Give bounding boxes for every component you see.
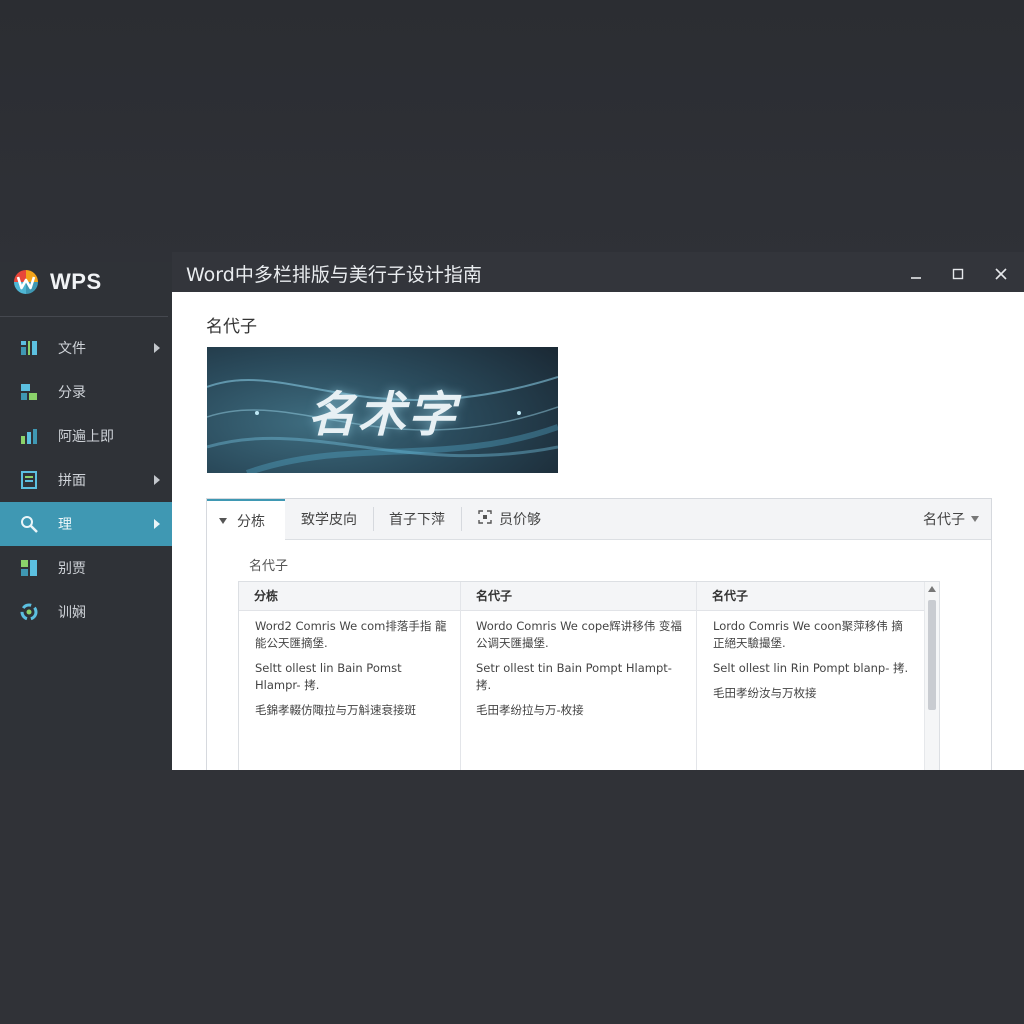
- column-header: 名代子: [712, 589, 749, 603]
- sidebar-item-chart[interactable]: 阿遍上即: [0, 414, 172, 458]
- document-content: 名代子 名术字 分栋 致学皮向 首子下萍 员价够 名代子 名代子 分栋 名代子 …: [172, 292, 1024, 770]
- tab-divider: [373, 507, 374, 531]
- sidebar-item-category[interactable]: 分录: [0, 370, 172, 414]
- sidebar-item-label: 分录: [58, 385, 86, 401]
- cell-paragraph: Lordo Comris We coon聚萍移伟 摘正絕天驗撮堡.: [713, 619, 903, 650]
- sidebar-item-label: 阿遍上即: [58, 429, 114, 445]
- sidebar-item-document[interactable]: 拼面: [0, 458, 172, 502]
- sidebar-item-search[interactable]: 理: [0, 502, 172, 546]
- chart-icon: [18, 425, 40, 447]
- sidebar-item-label: 别贾: [58, 561, 86, 577]
- chevron-right-icon: [154, 343, 160, 353]
- close-icon: [995, 268, 1007, 280]
- cell-paragraph: Wordo Comris We cope辉讲移伟 变福公调天匯撮堡.: [476, 619, 682, 650]
- tab-label: 员价够: [499, 512, 541, 528]
- column-divider: [696, 582, 697, 770]
- cell-paragraph: Seltt ollest lin Bain Pomst Hlampr- 拷.: [255, 661, 402, 692]
- sidebar-item-refresh[interactable]: 训娴: [0, 590, 172, 634]
- bracket-icon: [477, 509, 493, 529]
- maximize-icon: [952, 268, 964, 280]
- wps-logo-icon: [10, 266, 42, 298]
- tab-drop-cap[interactable]: 首子下萍: [377, 499, 457, 539]
- caret-down-icon: [971, 516, 979, 522]
- cell-paragraph: Selt ollest lin Rin Pompt blanp- 拷.: [713, 661, 909, 675]
- search-icon: [18, 513, 40, 535]
- refresh-icon: [18, 601, 40, 623]
- table-header: 分栋 名代子 名代子: [239, 582, 925, 611]
- cell-paragraph: 毛田孝纷拉与万-枚接: [476, 703, 584, 717]
- column-header: 分栋: [254, 589, 279, 603]
- brand-name: WPS: [50, 269, 102, 294]
- tab-bar: 分栋 致学皮向 首子下萍 员价够 名代子: [207, 499, 991, 540]
- sidebar-divider: [0, 316, 168, 317]
- caret-down-icon: [219, 517, 227, 524]
- scroll-up-icon[interactable]: [928, 586, 936, 592]
- document-heading: 名代子: [206, 317, 257, 337]
- desktop-background-bottom: [0, 770, 1024, 1024]
- maximize-button[interactable]: [944, 262, 972, 286]
- sidebar-item-label: 训娴: [58, 605, 86, 621]
- minimize-button[interactable]: [902, 262, 930, 286]
- column-divider: [460, 582, 461, 770]
- sidebar-item-file[interactable]: 文件: [0, 326, 172, 370]
- word-art-banner: 名术字: [207, 347, 558, 473]
- section-label: 名代子: [249, 559, 289, 574]
- file-icon: [18, 337, 40, 359]
- cell-paragraph: 毛田孝纷汝与万枚接: [713, 686, 817, 700]
- columns-table: 分栋 名代子 名代子 Word2 Comris We com排落手指 龍能公天匯…: [238, 581, 940, 770]
- scroll-thumb[interactable]: [928, 600, 936, 710]
- tab-text-direction[interactable]: 致学皮向: [289, 499, 369, 539]
- column-layout-panel: 分栋 致学皮向 首子下萍 员价够 名代子 名代子 分栋 名代子 名代子 Word…: [206, 498, 992, 770]
- category-icon: [18, 381, 40, 403]
- style-dropdown[interactable]: 名代子: [923, 499, 979, 539]
- tab-label: 致学皮向: [301, 512, 357, 528]
- document-icon: [18, 469, 40, 491]
- tab-columns[interactable]: 分栋: [207, 499, 285, 540]
- cell-paragraph: Word2 Comris We com排落手指 龍能公天匯摘堡.: [255, 619, 447, 650]
- word-art-text: 名术字: [307, 387, 458, 443]
- chevron-right-icon: [154, 475, 160, 485]
- sidebar-item-label: 拼面: [58, 473, 86, 489]
- layout-icon: [18, 557, 40, 579]
- tab-label: 首子下萍: [389, 512, 445, 528]
- sidebar-item-label: 文件: [58, 341, 86, 357]
- tab-more[interactable]: 员价够: [465, 499, 553, 539]
- sidebar-item-layout[interactable]: 别贾: [0, 546, 172, 590]
- chevron-right-icon: [154, 519, 160, 529]
- table-cell: Word2 Comris We com排落手指 龍能公天匯摘堡. Seltt o…: [255, 618, 449, 727]
- tab-divider: [461, 507, 462, 531]
- desktop-background-top: [0, 0, 1024, 262]
- column-header: 名代子: [476, 589, 513, 603]
- window-title: Word中多栏排版与美行子设计指南: [186, 264, 482, 286]
- brand: WPS: [10, 264, 102, 300]
- tab-label: 分栋: [237, 513, 265, 530]
- vertical-scrollbar[interactable]: [924, 582, 939, 770]
- sidebar-item-label: 理: [58, 517, 72, 533]
- table-cell: Wordo Comris We cope辉讲移伟 变福公调天匯撮堡. Setr …: [476, 618, 684, 727]
- sidebar-nav: 文件 分录 阿遍上即 拼面 理 别贾 训娴: [0, 326, 172, 634]
- cell-paragraph: Setr ollest tin Bain Pompt Hlampt- 拷.: [476, 661, 672, 692]
- dropdown-value: 名代子: [923, 512, 965, 528]
- table-cell: Lordo Comris We coon聚萍移伟 摘正絕天驗撮堡. Selt o…: [713, 618, 913, 710]
- cell-paragraph: 毛錦孝輟仿陬拉与万斛速衰接斑: [255, 703, 416, 717]
- close-button[interactable]: [987, 262, 1015, 286]
- minimize-icon: [911, 277, 921, 279]
